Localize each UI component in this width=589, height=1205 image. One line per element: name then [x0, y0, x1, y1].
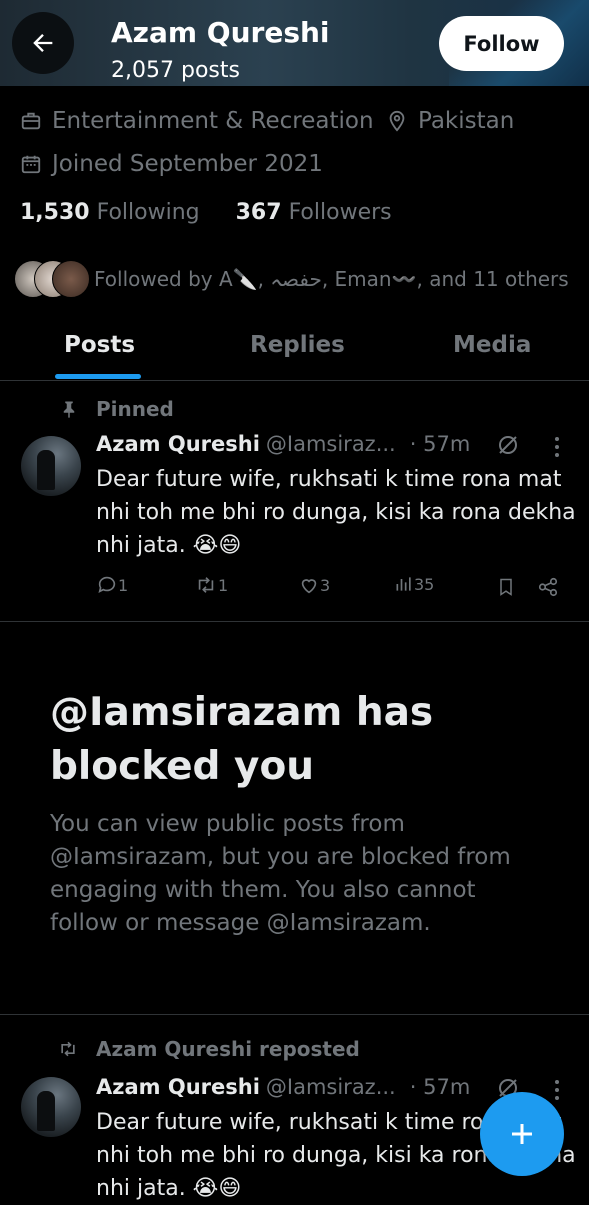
repost-button[interactable]: 1: [194, 574, 228, 596]
plus-icon: [512, 1124, 532, 1144]
avatar[interactable]: [21, 1077, 81, 1137]
category-label: Entertainment & Recreation: [52, 108, 374, 134]
views-icon: [396, 577, 411, 591]
followers-count: 367: [235, 200, 282, 225]
arrow-left-icon: [33, 34, 53, 52]
like-count: 3: [320, 575, 331, 595]
location-label: Pakistan: [418, 108, 515, 134]
grok-icon[interactable]: [496, 433, 520, 457]
mutual-avatars: [14, 260, 90, 298]
followers-link[interactable]: 367 Followers: [236, 200, 392, 225]
pinned-text: Pinned: [96, 397, 174, 421]
following-count: 1,530: [20, 200, 90, 225]
pinned-post-text: Dear future wife, rukhsati k time rona m…: [96, 467, 576, 558]
post-author-handle[interactable]: @Iamsiraz...: [266, 432, 396, 456]
pinned-post-header: Azam Qureshi @Iamsiraz... · 57m: [96, 432, 470, 456]
following-label: Following: [96, 200, 200, 225]
back-button[interactable]: [12, 12, 74, 74]
post-time: · 57m: [409, 432, 471, 456]
reply-icon: [98, 576, 116, 593]
tab-media[interactable]: Media: [453, 332, 531, 358]
briefcase-icon: [21, 112, 41, 130]
views-count: 35: [414, 574, 435, 594]
divider: [0, 1014, 589, 1015]
profile-joined: Joined September 2021: [20, 151, 323, 177]
profile-location: Pakistan: [386, 108, 514, 134]
repost-count: 1: [218, 575, 229, 595]
more-options-icon[interactable]: [550, 436, 564, 458]
post-actions: 1 1 3 35: [96, 574, 566, 602]
following-link[interactable]: 1,530 Following: [20, 200, 200, 225]
active-tab-indicator: [55, 374, 141, 379]
avatar[interactable]: [21, 436, 81, 496]
compose-button[interactable]: [480, 1092, 564, 1176]
reply-count: 1: [118, 575, 129, 595]
post-author-handle[interactable]: @Iamsiraz...: [266, 1075, 396, 1099]
divider: [0, 621, 589, 622]
repost-label: Azam Qureshi reposted: [57, 1037, 360, 1061]
header-post-count: 2,057 posts: [111, 58, 240, 83]
header-profile-name: Azam Qureshi: [111, 16, 330, 49]
like-button[interactable]: 3: [298, 574, 330, 596]
share-icon[interactable]: [537, 576, 559, 598]
follow-button[interactable]: Follow: [439, 16, 564, 71]
blocked-body: You can view public posts from @Iamsiraz…: [50, 811, 511, 936]
bookmark-icon[interactable]: [496, 576, 516, 598]
calendar-icon: [21, 155, 41, 174]
repost-post-header: Azam Qureshi @Iamsiraz... · 57m: [96, 1075, 470, 1099]
location-pin-icon: [389, 110, 405, 132]
tab-posts[interactable]: Posts: [64, 332, 135, 358]
blocked-title: @Iamsirazam has blocked you: [50, 690, 434, 789]
followers-label: Followers: [288, 200, 392, 225]
post-time: · 57m: [409, 1075, 471, 1099]
repost-icon: [61, 1041, 75, 1057]
profile-category: Entertainment & Recreation: [20, 108, 374, 134]
views-button[interactable]: 35: [394, 574, 434, 594]
post-author-name[interactable]: Azam Qureshi: [96, 432, 260, 456]
followed-by-row[interactable]: Followed by A🔪, حفصہ, Eman〰️, and 11 oth…: [14, 260, 569, 298]
profile-tabs: Posts Replies Media: [0, 318, 589, 381]
more-options-icon[interactable]: [550, 1079, 564, 1101]
reply-button[interactable]: 1: [96, 574, 128, 596]
tab-replies[interactable]: Replies: [250, 332, 345, 358]
joined-label: Joined September 2021: [52, 151, 323, 177]
heart-icon: [301, 579, 317, 594]
follow-stats: 1,530 Following 367 Followers: [20, 200, 392, 225]
followed-by-text: Followed by A🔪, حفصہ, Eman〰️, and 11 oth…: [94, 267, 569, 291]
repost-icon: [198, 577, 214, 593]
pinned-label: Pinned: [60, 397, 174, 421]
avatar: [52, 260, 90, 298]
reposted-by-text: Azam Qureshi reposted: [96, 1037, 360, 1061]
pin-icon: [63, 401, 75, 418]
post-author-name[interactable]: Azam Qureshi: [96, 1075, 260, 1099]
profile-header-banner: Azam Qureshi 2,057 posts Follow: [0, 0, 589, 86]
